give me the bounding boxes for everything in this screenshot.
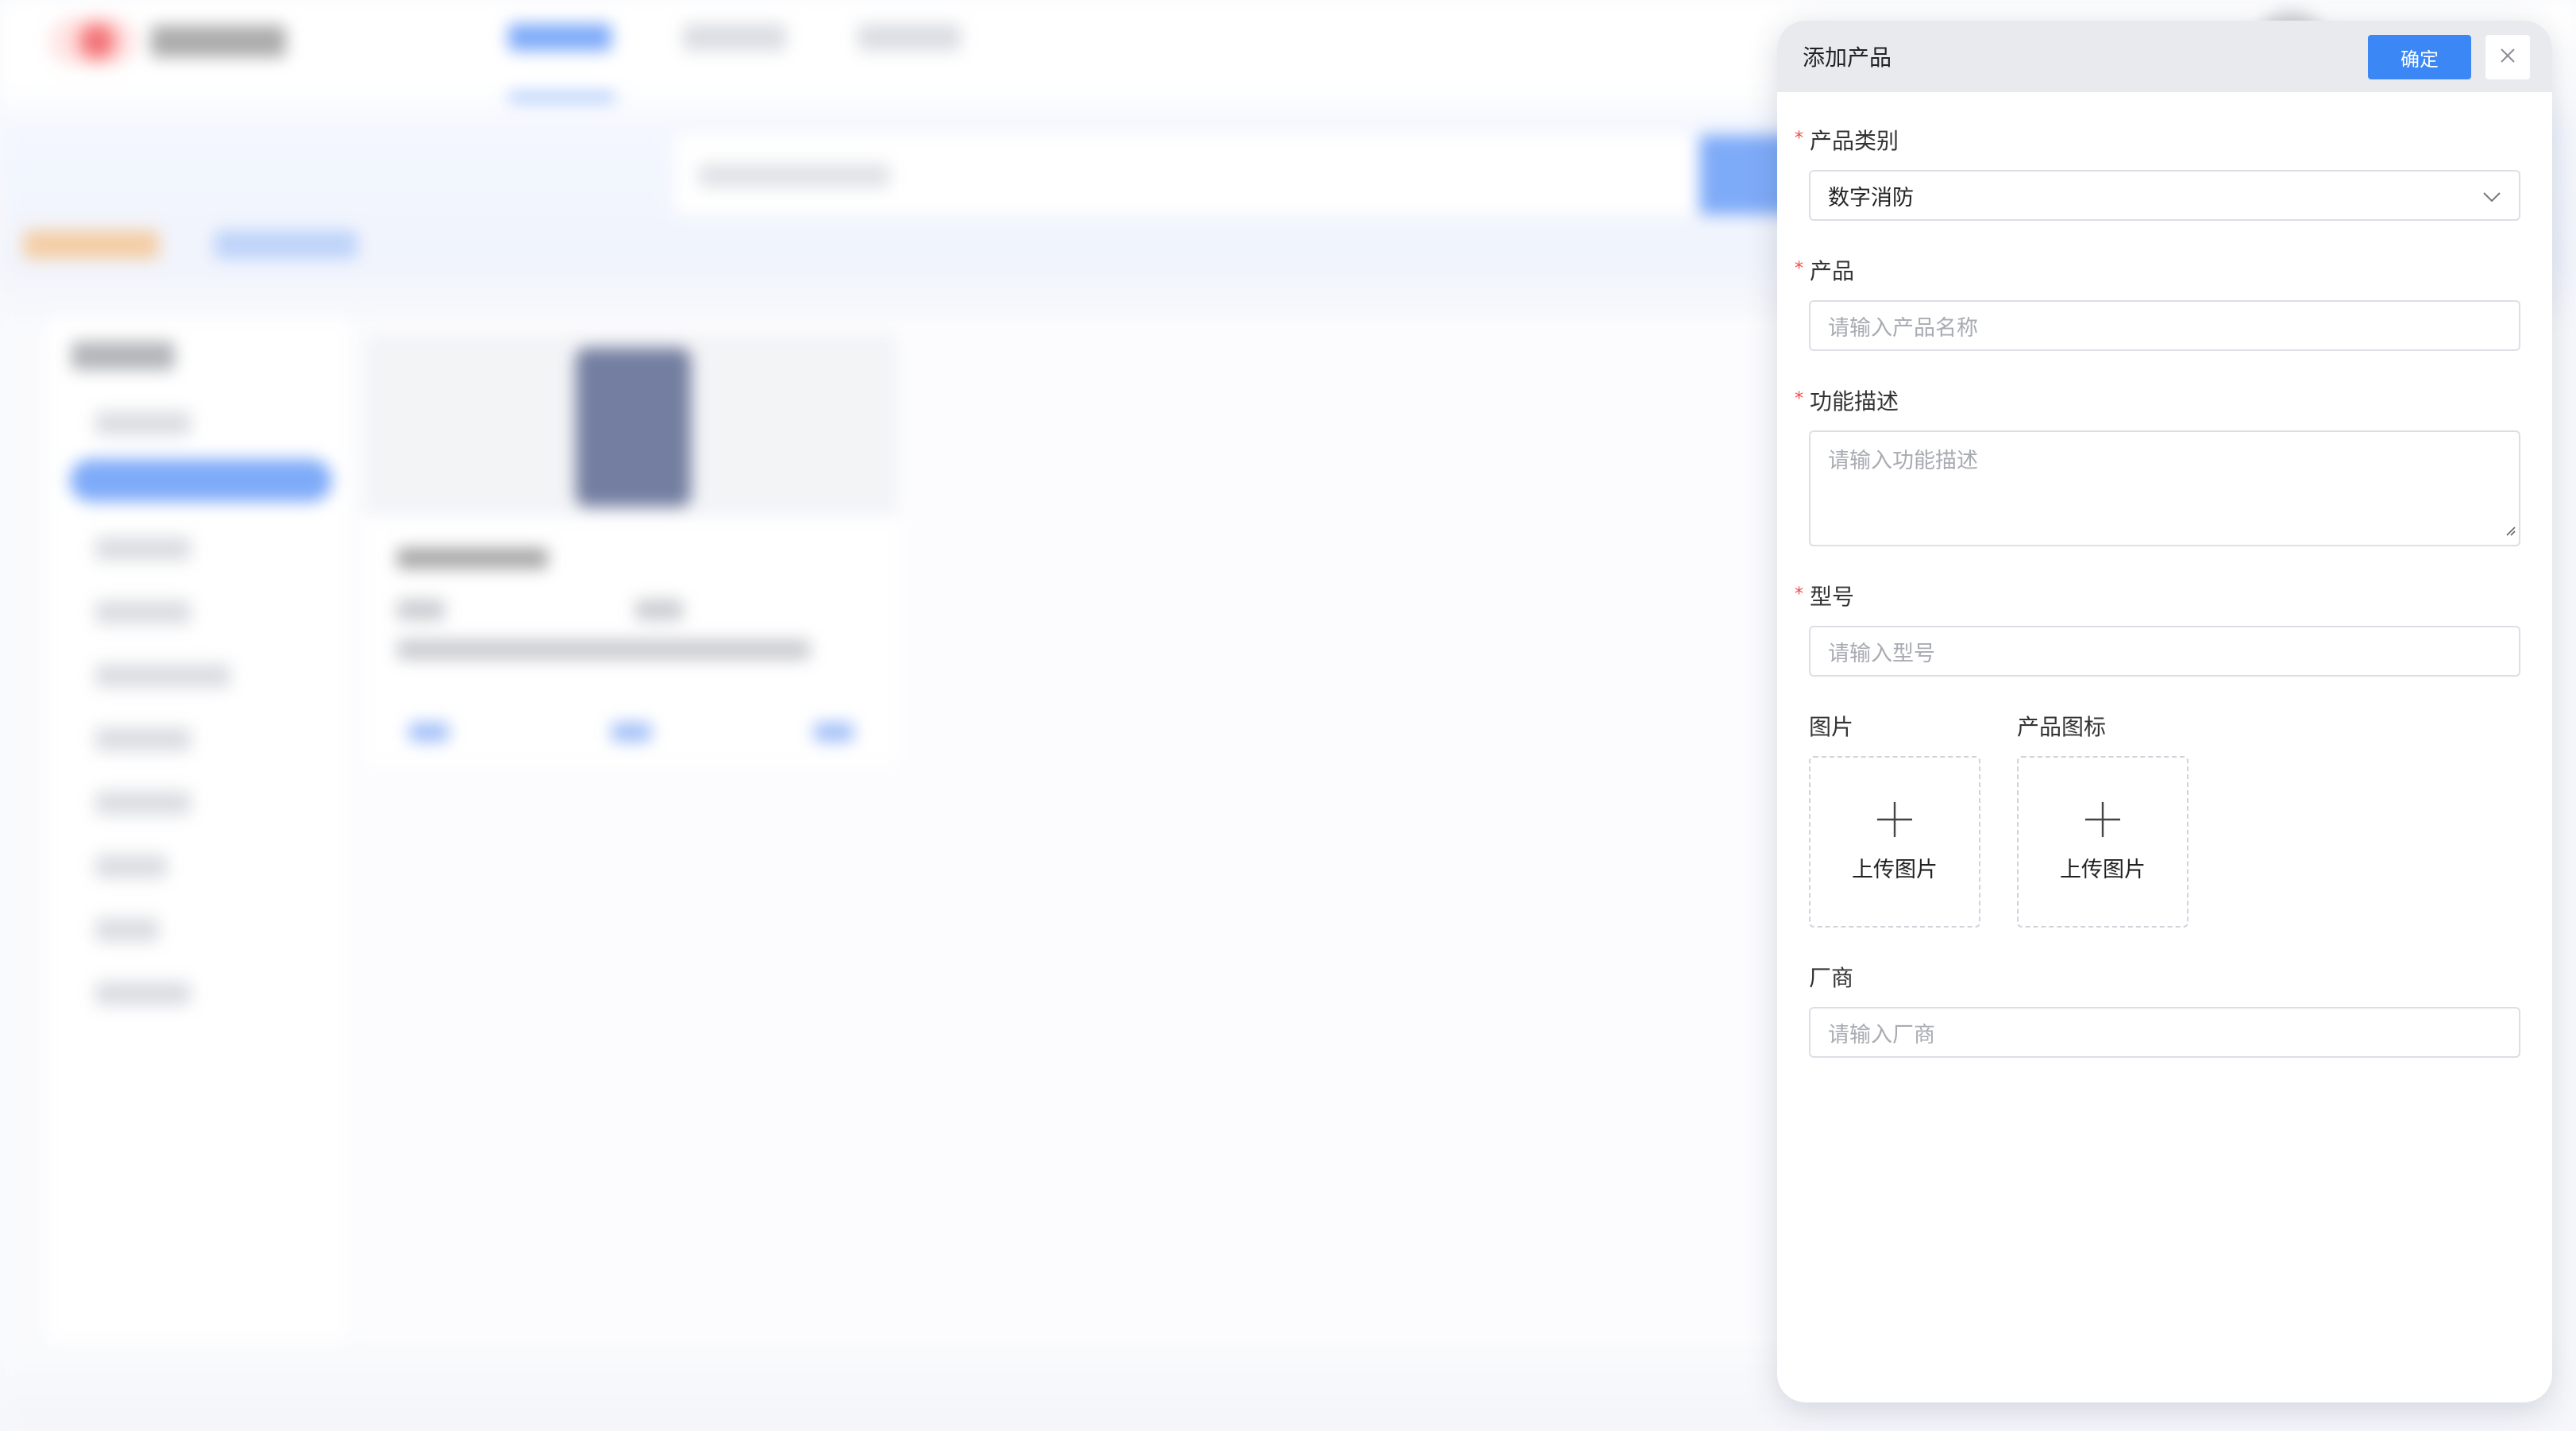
description-textarea[interactable]: 请输入功能描述 (1809, 430, 2520, 546)
required-mark: * (1795, 258, 1803, 279)
drawer-form: * 产品类别 数字消防 * 产品 请输入产品名称 * 功能描述 请输入功能描述 (1777, 92, 2552, 1058)
upload-row: 图片 上传图片 产品图标 上传图片 (1809, 710, 2520, 928)
product-field: * 产品 请输入产品名称 (1795, 254, 2520, 351)
category-label: 产品类别 (1810, 128, 1899, 154)
close-button[interactable] (2485, 35, 2530, 79)
image-label: 图片 (1809, 714, 1854, 740)
model-field: * 型号 请输入型号 (1795, 580, 2520, 677)
resize-handle-icon[interactable] (2505, 517, 2516, 542)
image-upload-button[interactable]: 上传图片 (1809, 756, 1980, 928)
product-label: 产品 (1810, 258, 1855, 284)
product-icon-upload-text: 上传图片 (2060, 857, 2146, 882)
description-placeholder: 请输入功能描述 (1828, 449, 1978, 473)
drawer-title: 添加产品 (1803, 44, 1892, 71)
product-icon-label: 产品图标 (2017, 714, 2107, 740)
model-label: 型号 (1810, 584, 1855, 610)
add-product-drawer: 添加产品 确定 * 产品类别 数字消防 * 产品 请输入产品名称 * 功能描述 (1777, 21, 2552, 1402)
category-field: * 产品类别 数字消防 (1795, 124, 2520, 221)
required-mark: * (1795, 388, 1803, 409)
chevron-down-icon (2482, 183, 2501, 208)
required-mark: * (1795, 128, 1803, 148)
description-label: 功能描述 (1810, 388, 1899, 415)
confirm-button[interactable]: 确定 (2368, 35, 2471, 79)
category-select[interactable]: 数字消防 (1809, 170, 2520, 221)
drawer-header: 添加产品 确定 (1777, 21, 2552, 92)
plus-icon (1876, 801, 1913, 841)
description-field: * 功能描述 请输入功能描述 (1795, 384, 2520, 546)
vendor-field: 厂商 请输入厂商 (1809, 961, 2520, 1058)
image-upload-field: 图片 上传图片 (1809, 710, 1980, 928)
product-icon-upload-button[interactable]: 上传图片 (2017, 756, 2188, 928)
close-icon (2499, 47, 2516, 68)
required-mark: * (1795, 584, 1803, 604)
image-upload-text: 上传图片 (1852, 857, 1938, 882)
model-input[interactable]: 请输入型号 (1809, 626, 2520, 677)
vendor-label: 厂商 (1809, 965, 1854, 991)
product-icon-upload-field: 产品图标 上传图片 (2017, 710, 2188, 928)
vendor-input[interactable]: 请输入厂商 (1809, 1007, 2520, 1058)
product-name-input[interactable]: 请输入产品名称 (1809, 300, 2520, 351)
plus-icon (2084, 801, 2121, 841)
category-selected-value: 数字消防 (1828, 185, 1914, 210)
